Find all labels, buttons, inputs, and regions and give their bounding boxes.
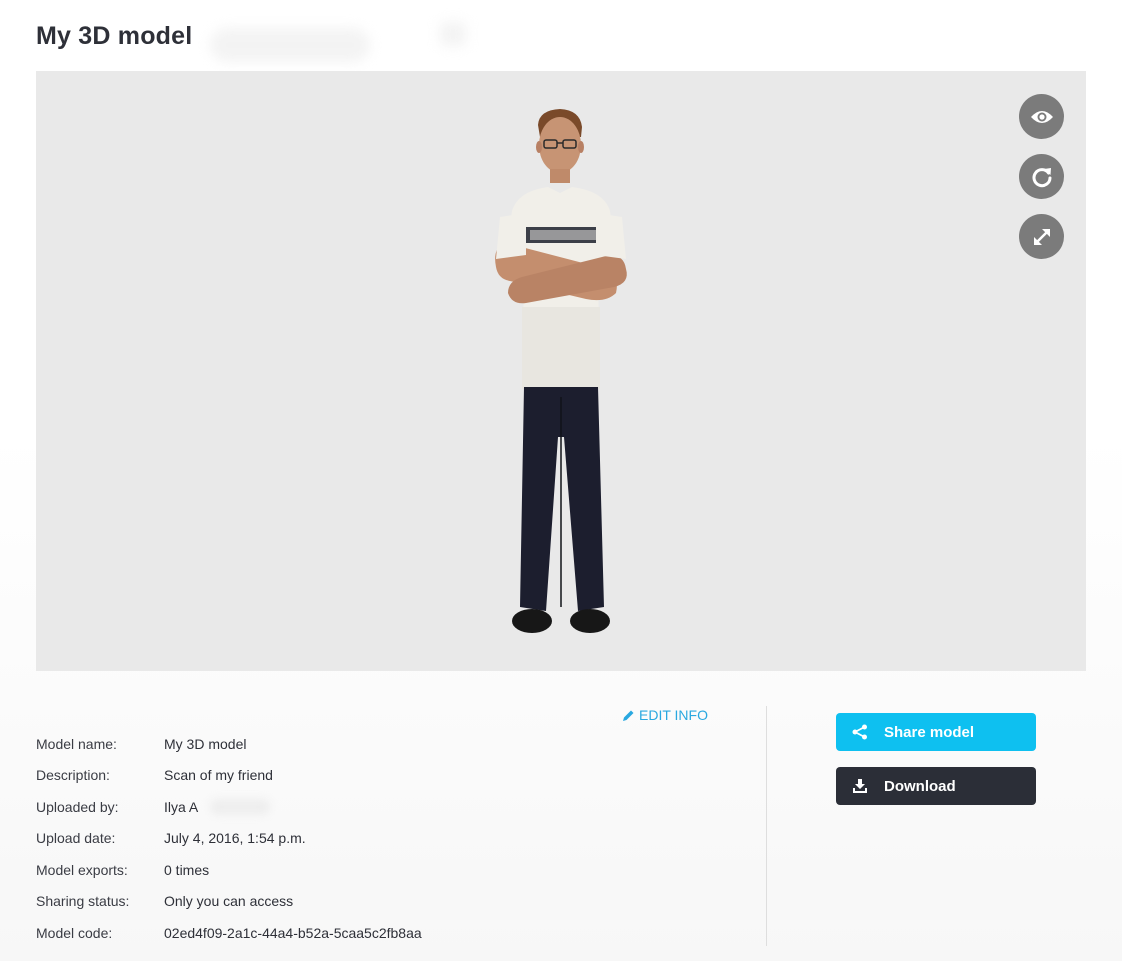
- edit-info-label: EDIT INFO: [639, 707, 708, 723]
- info-label: Upload date:: [36, 830, 116, 847]
- description-value: Scan of my friend: [164, 767, 273, 784]
- redacted-area: [210, 28, 370, 62]
- scanned-person-model: [495, 109, 627, 633]
- download-label: Download: [884, 777, 956, 795]
- model-name-value: My 3D model: [164, 735, 247, 752]
- eye-icon: [1030, 110, 1053, 123]
- vertical-divider: [766, 706, 767, 946]
- edit-info-link[interactable]: EDIT INFO: [622, 707, 708, 723]
- share-model-button[interactable]: Share model: [836, 713, 1036, 751]
- fullscreen-button[interactable]: [1019, 214, 1064, 259]
- model-code-value: 02ed4f09-2a1c-44a4-b52a-5caa5c2fb8aa: [164, 924, 422, 941]
- upload-date-value: July 4, 2016, 1:54 p.m.: [164, 830, 306, 847]
- info-row-model-name: Model name: My 3D model: [36, 728, 422, 760]
- redacted-area: [210, 798, 271, 815]
- info-label: Model exports:: [36, 861, 128, 878]
- pencil-icon: [623, 710, 634, 721]
- share-icon: [851, 724, 869, 740]
- info-label: Model name:: [36, 735, 117, 752]
- info-row-model-code: Model code: 02ed4f09-2a1c-44a4-b52a-5caa…: [36, 917, 422, 949]
- info-label: Description:: [36, 767, 110, 784]
- page-title: My 3D model: [36, 22, 193, 50]
- fullscreen-icon: [1033, 228, 1050, 245]
- model-exports-value: 0 times: [164, 861, 210, 878]
- uploaded-by-value: Ilya A: [164, 798, 199, 815]
- info-row-sharing-status: Sharing status: Only you can access: [36, 886, 422, 918]
- refresh-icon: [1032, 167, 1051, 187]
- info-label: Uploaded by:: [36, 798, 119, 815]
- view-mode-button[interactable]: [1019, 94, 1064, 139]
- info-row-uploaded-by: Uploaded by: Ilya A: [36, 791, 422, 823]
- reset-view-button[interactable]: [1019, 154, 1064, 199]
- info-label: Sharing status:: [36, 893, 130, 910]
- info-row-upload-date: Upload date: July 4, 2016, 1:54 p.m.: [36, 823, 422, 855]
- share-model-label: Share model: [884, 723, 975, 741]
- download-button[interactable]: Download: [836, 767, 1036, 805]
- download-icon: [851, 778, 869, 794]
- info-label: Model code:: [36, 924, 113, 941]
- model-info-table: Model name: My 3D model Description: Sca…: [36, 728, 422, 949]
- info-row-model-exports: Model exports: 0 times: [36, 854, 422, 886]
- sharing-status-value: Only you can access: [164, 893, 294, 910]
- model-viewer[interactable]: [36, 71, 1086, 671]
- info-row-description: Description: Scan of my friend: [36, 760, 422, 792]
- redacted-area: [440, 22, 466, 46]
